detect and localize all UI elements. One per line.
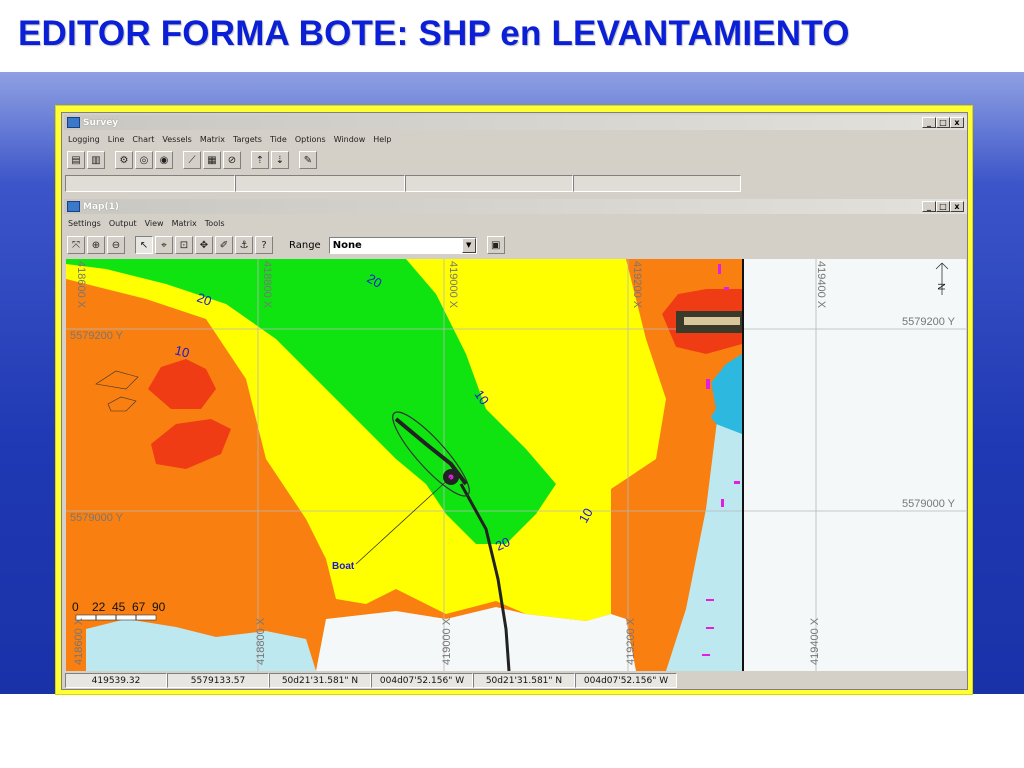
range-value: None [332,239,362,251]
status-field [573,175,741,192]
boat-label: Boat [332,561,355,572]
scale-value: 45 [112,600,126,614]
target-icon[interactable]: ◎ [135,151,153,169]
pencil-icon[interactable]: ✎ [299,151,317,169]
zoom-window-icon[interactable]: ⊡ [175,236,193,254]
menu-logging[interactable]: Logging [68,135,100,144]
northing-readout: 5579133.57 [167,673,269,688]
map-close-button[interactable]: x [950,201,964,212]
logbook-page-icon[interactable]: ▥ [87,151,105,169]
range-label: Range [289,239,321,251]
menu-window[interactable]: Window [334,135,366,144]
pan-icon[interactable]: ✥ [195,236,213,254]
map-titlebar[interactable]: Map(1) _ □ x [64,199,967,214]
menu-chart[interactable]: Chart [132,135,154,144]
chevron-down-icon[interactable]: ▼ [461,237,476,253]
pointer-icon[interactable]: ↖ [135,236,153,254]
survey-toolbar: ▤ ▥ ⚙ ◎ ◉ ⟋ ▦ ⊘ ⇡ ⇣ ✎ [67,149,317,171]
grid-y-label: 5579000 Y [70,512,124,524]
menu-targets[interactable]: Targets [233,135,262,144]
latitude-readout: 50d21'31.581" N [269,673,371,688]
close-button[interactable]: x [950,117,964,128]
grid-y-label: 5579200 Y [902,316,956,328]
tide-up-icon[interactable]: ⇡ [251,151,269,169]
grid-x-label-top: 418600 X [75,261,87,309]
map-svg: 418800 X 419000 X 419200 X 419400 X 418600 X… [66,259,966,671]
menu-matrix[interactable]: Matrix [200,135,225,144]
tide-down-icon[interactable]: ⇣ [271,151,289,169]
survey-app-icon [67,117,80,128]
scale-value: 22 [92,600,106,614]
scale-value: 90 [152,600,166,614]
no-entry-icon[interactable]: ⊘ [223,151,241,169]
scale-value: 67 [132,600,146,614]
menu-matrix[interactable]: Matrix [172,219,197,228]
grid-icon[interactable]: ▦ [203,151,221,169]
grid-x-label: 418600 X [73,617,85,665]
grid-x-label-top: 419200 X [631,261,643,309]
dock-deck [684,317,740,325]
logbook-icon[interactable]: ▤ [67,151,85,169]
zoom-in-icon[interactable]: ⊕ [87,236,105,254]
longitude-readout-2: 004d07'52.156" W [575,673,677,688]
measure-icon[interactable]: ⌖ [155,236,173,254]
scale-value: 0 [72,600,79,614]
menu-tools[interactable]: Tools [205,219,225,228]
grid-y-label: 5579000 Y [902,498,956,510]
survey-window-title: Survey [83,117,119,128]
target-ring-icon[interactable]: ◉ [155,151,173,169]
status-field [235,175,405,192]
menu-output[interactable]: Output [109,219,137,228]
edit-line-icon[interactable]: ⟋ [183,151,201,169]
menu-line[interactable]: Line [108,135,125,144]
minimize-button[interactable]: _ [922,117,936,128]
zoom-out-icon[interactable]: ⊖ [107,236,125,254]
grid-x-label: 419000 X [441,617,453,665]
save-map-icon[interactable]: ▣ [486,236,505,254]
longitude-readout: 004d07'52.156" W [371,673,473,688]
map-toolbar: ⤧ ⊕ ⊖ ↖ ⌖ ⊡ ✥ ✐ ⚓ ? Range None ▼ ▣ [67,234,505,256]
menu-tide[interactable]: Tide [270,135,287,144]
grid-x-label: 419400 X [809,617,821,665]
vessel-settings-icon[interactable]: ⚙ [115,151,133,169]
survey-status-row [65,175,741,193]
query-icon[interactable]: ? [255,236,273,254]
zoom-extents-icon[interactable]: ⤧ [67,236,85,254]
menu-settings[interactable]: Settings [68,219,101,228]
edit-shape-icon[interactable]: ✐ [215,236,233,254]
menu-options[interactable]: Options [295,135,326,144]
grid-x-label-top: 418800 X [261,261,273,309]
range-select[interactable]: None ▼ [328,236,477,254]
maximize-button[interactable]: □ [936,117,950,128]
survey-titlebar[interactable]: Survey _ □ x [64,115,967,130]
map-maximize-button[interactable]: □ [936,201,950,212]
menu-help[interactable]: Help [373,135,391,144]
grid-x-label: 418800 X [255,617,267,665]
menu-view[interactable]: View [145,219,164,228]
survey-application-window: Survey _ □ x Logging Line Chart Vessels … [61,112,968,690]
grid-x-label-top: 419400 X [815,261,827,309]
status-field [405,175,573,192]
grid-x-label-top: 419000 X [447,261,459,309]
map-status-bar: 419539.32 5579133.57 50d21'31.581" N 004… [65,673,677,689]
anchor-icon[interactable]: ⚓ [235,236,253,254]
grid-x-label: 419200 X [625,617,637,665]
grid-y-label: 5579200 Y [70,330,124,342]
scale-bar [75,614,157,621]
slide-title: EDITOR FORMA BOTE: SHP en LEVANTAMIENTO [18,14,850,53]
map-window-title: Map(1) [83,201,119,212]
status-field [65,175,235,192]
menu-vessels[interactable]: Vessels [162,135,191,144]
north-label: N [935,283,946,290]
map-menubar: Settings Output View Matrix Tools [68,216,225,230]
easting-readout: 419539.32 [65,673,167,688]
map-canvas[interactable]: 418800 X 419000 X 419200 X 419400 X 418600 X… [66,259,966,671]
map-minimize-button[interactable]: _ [922,201,936,212]
latitude-readout-2: 50d21'31.581" N [473,673,575,688]
map-window-icon [67,201,80,212]
survey-menubar: Logging Line Chart Vessels Matrix Target… [68,132,391,146]
